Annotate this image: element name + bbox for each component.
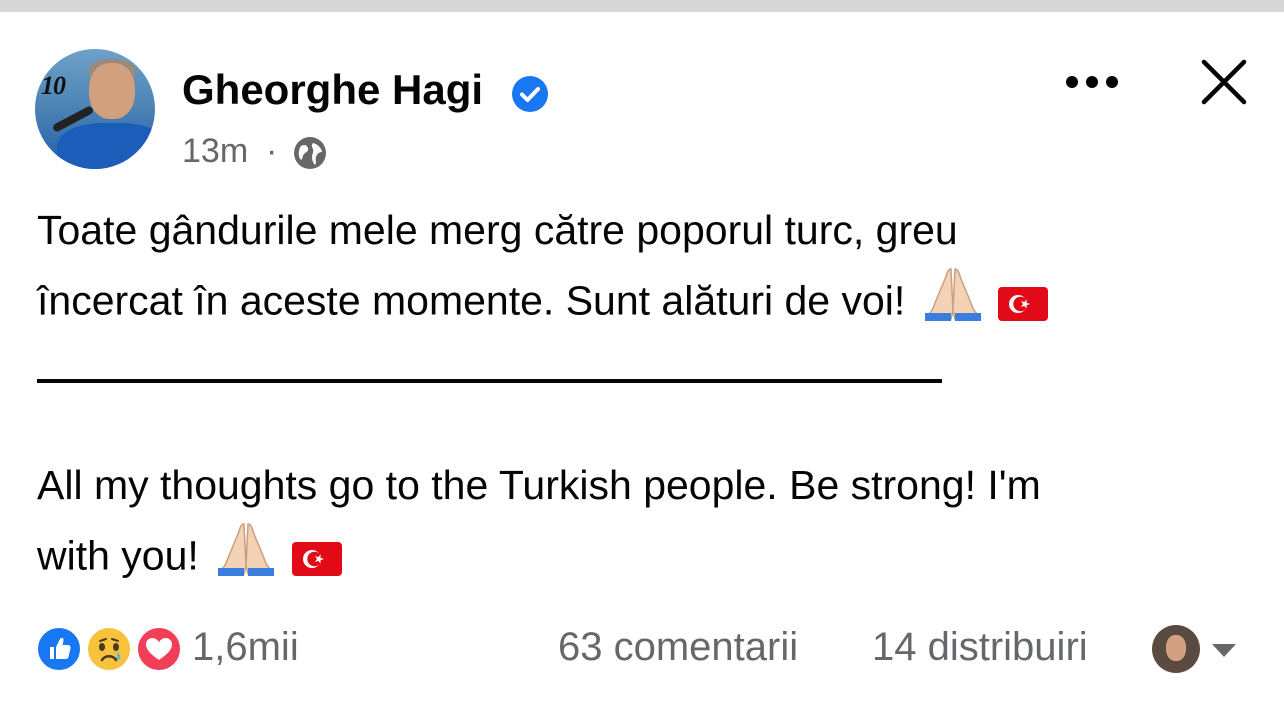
love-reaction-icon	[135, 625, 183, 673]
author-avatar[interactable]: 10	[35, 49, 155, 169]
verified-badge-icon	[512, 76, 548, 112]
post-text-ro-line-1: Toate gândurile mele merg către poporul …	[37, 195, 958, 265]
more-options-icon[interactable]	[1062, 70, 1122, 94]
post-text-en-line-2-text: with you!	[37, 532, 199, 579]
avatar-jersey	[57, 123, 155, 169]
post-text-en-line-1-text: All my thoughts go to the Turkish people…	[37, 462, 1041, 508]
turkey-flag-icon	[998, 286, 1049, 321]
post-timestamp[interactable]: 13m	[182, 132, 248, 171]
turkey-flag-icon	[291, 541, 342, 576]
post-text-ro-line-2: încercat în aceste momente. Sunt alături…	[37, 265, 1049, 342]
meta-separator-dot: ·	[266, 132, 278, 170]
folded-hands-icon	[923, 265, 983, 342]
post-text-ro-line-1-text: Toate gândurile mele merg către poporul …	[37, 207, 958, 253]
post-text-en-line-2: with you!	[37, 520, 342, 597]
sad-reaction-icon	[85, 625, 133, 673]
author-name[interactable]: Gheorghe Hagi	[182, 66, 483, 114]
folded-hands-icon	[216, 520, 276, 597]
comments-count-link[interactable]: 63 comentarii	[558, 625, 798, 670]
globe-icon[interactable]	[292, 135, 328, 171]
reaction-count[interactable]: 1,6mii	[192, 625, 299, 670]
post-text-ro-line-2-text: încercat în aceste momente. Sunt alături…	[37, 277, 906, 324]
viewer-avatar[interactable]	[1152, 625, 1200, 673]
avatar-jersey-number: 10	[41, 71, 66, 100]
chevron-down-icon[interactable]	[1208, 640, 1240, 660]
like-reaction-icon	[35, 625, 83, 673]
top-divider-bar	[0, 0, 1284, 12]
viewer-avatar-face	[1166, 635, 1186, 661]
post-text-en-line-1: All my thoughts go to the Turkish people…	[37, 450, 1041, 520]
close-icon[interactable]	[1200, 58, 1248, 106]
shares-count-link[interactable]: 14 distribuiri	[872, 625, 1088, 670]
avatar-face	[89, 63, 135, 119]
text-separator-line	[37, 379, 942, 383]
